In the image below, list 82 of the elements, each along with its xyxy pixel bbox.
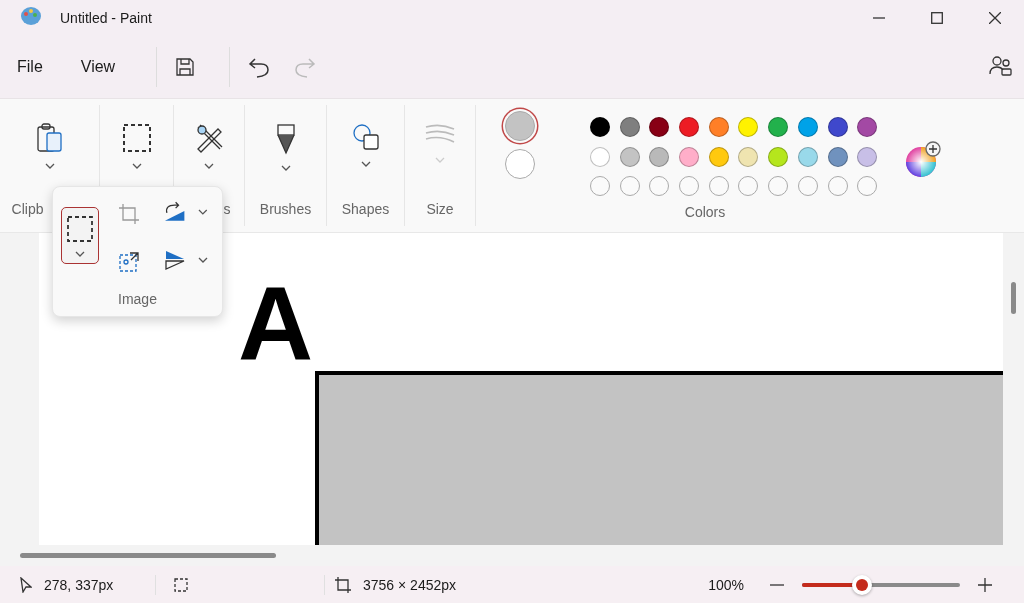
resize-icon [118,251,140,273]
group-label: s [223,201,231,217]
color-picker-button[interactable] [906,141,943,177]
group-label: Brushes [259,201,312,217]
color-swatch[interactable] [827,146,848,167]
caret-icon [75,250,85,257]
color-swatch[interactable] [738,146,759,167]
group-label: Clipb [11,201,44,217]
color-swatch[interactable] [649,117,670,137]
color-swatch[interactable] [590,146,610,167]
color-swatch[interactable] [768,146,789,167]
zoom-level: 100% [708,576,744,593]
crop-icon [118,203,140,225]
color-swatch[interactable] [708,146,729,167]
color-swatch[interactable] [768,117,789,137]
palette-icon [20,6,42,26]
shapes-icon [351,123,380,151]
empty-swatch[interactable] [797,176,818,196]
empty-swatch[interactable] [619,176,640,196]
menu-item[interactable]: File [6,52,54,82]
color-wheel-icon [906,141,943,177]
people-icon[interactable] [988,54,1012,76]
selection-icon [121,123,152,153]
pencil-eraser-icon [194,123,224,153]
caret-icon [44,163,55,169]
selection-icon [66,214,94,243]
caret-icon [197,257,208,263]
plus-icon [978,577,992,592]
color-swatch[interactable] [797,146,818,167]
group-label: Colors [684,204,727,220]
caret-icon [198,209,208,215]
clipboard-icon [36,123,63,153]
color-swatch[interactable] [708,117,729,137]
minus-icon [770,583,784,586]
canvas-size-icon [335,576,351,593]
empty-swatch[interactable] [768,176,789,196]
cursor-position: 278, 337px [44,576,114,593]
empty-swatch[interactable] [708,176,729,196]
caret-icon [435,157,445,163]
pointer-icon [20,576,32,593]
empty-swatch[interactable] [679,176,700,196]
scrollbar-thumb[interactable] [1011,282,1016,314]
color-swatch[interactable] [738,117,759,137]
canvas-size: 3756 × 2452px [363,576,457,593]
flip-icon [163,249,186,271]
primary-color-swatch[interactable] [505,111,535,141]
caret-icon [131,163,142,169]
brush-icon [274,123,297,155]
color-swatch[interactable] [857,117,878,137]
menu-item[interactable]: View [69,52,127,82]
empty-swatch[interactable] [857,176,878,196]
select-button[interactable] [61,207,99,264]
slider-thumb[interactable] [852,574,873,595]
minimize-icon [873,17,885,19]
color-swatch[interactable] [857,146,878,167]
color-swatch[interactable] [679,146,700,167]
secondary-color-swatch[interactable] [505,149,535,179]
color-swatch[interactable] [679,117,700,137]
color-swatch[interactable] [619,117,640,137]
caret-icon [360,161,371,167]
zoom-slider[interactable] [802,574,960,595]
maximize-icon [931,12,943,24]
color-swatch[interactable] [649,146,670,167]
caret-icon [280,165,291,171]
empty-swatch[interactable] [590,176,610,196]
close-icon [989,12,1001,24]
selection-size-icon [174,577,188,592]
color-swatch[interactable] [619,146,640,167]
rotate-icon [163,201,187,223]
group-label: Shapes [341,201,390,217]
canvas-text: A [238,271,314,375]
empty-swatch[interactable] [649,176,670,196]
group-label: Size [426,201,454,217]
color-swatch[interactable] [797,117,818,137]
window-title: Untitled - Paint [60,10,153,26]
empty-swatch[interactable] [738,176,759,196]
group-label: Image [118,291,157,307]
scrollbar-thumb[interactable] [20,553,276,558]
caret-icon [204,163,214,169]
color-swatch[interactable] [827,117,848,137]
color-swatch[interactable] [590,117,610,137]
empty-swatch[interactable] [827,176,848,196]
